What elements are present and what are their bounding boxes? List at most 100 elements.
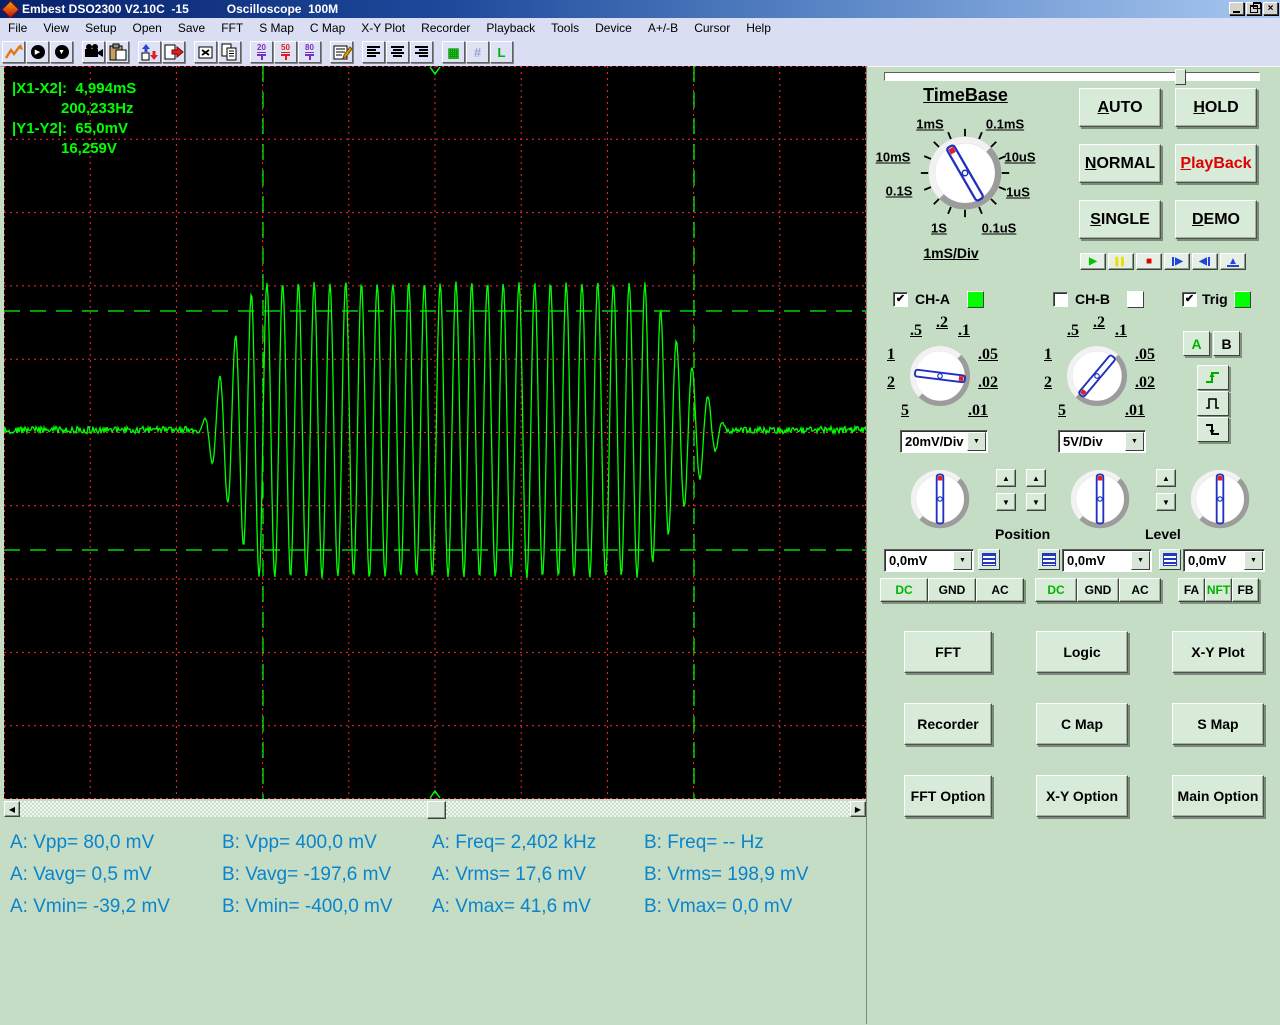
pos-b-list-button[interactable] [1038,549,1060,570]
probe-20-button[interactable]: 20 [250,41,273,63]
cha-vdiv-select[interactable]: 20mV/Div ▼ [900,430,988,453]
menu-cursor[interactable]: Cursor [686,19,738,37]
cha-ac-button[interactable]: AC [976,578,1024,602]
panel-slider-thumb[interactable] [1175,69,1186,85]
chevron-down-icon[interactable]: ▼ [953,551,972,570]
panel-slider[interactable] [884,69,1260,85]
logic-button[interactable]: Logic [1036,631,1128,673]
fft-option-button[interactable]: FFT Option [904,775,992,817]
chb-vdiv-select[interactable]: 5V/Div ▼ [1058,430,1146,453]
download-circle-button[interactable]: ▼ [50,41,73,63]
l-marker-button[interactable]: L [490,41,513,63]
menu-tools[interactable]: Tools [543,19,587,37]
normal-button[interactable]: NORMAL [1079,144,1161,183]
close-button[interactable]: × [1263,2,1278,15]
trig-fb-button[interactable]: FB [1232,578,1259,602]
chevron-down-icon[interactable]: ▼ [1244,551,1263,570]
pos-b-down-button[interactable]: ▼ [1026,493,1046,511]
c-map-button[interactable]: C Map [1036,703,1128,745]
trig-source-b-button[interactable]: B [1213,331,1240,356]
play-button[interactable]: ▶ [1080,253,1106,270]
scrollbar-left-button[interactable]: ◀ [4,801,20,817]
xy-plot-button[interactable]: X-Y Plot [1172,631,1264,673]
trig-fa-button[interactable]: FA [1178,578,1205,602]
playback-button[interactable]: PlayBack [1175,144,1257,183]
menu-open[interactable]: Open [125,19,170,37]
scrollbar-right-button[interactable]: ▶ [850,801,866,817]
s-map-button[interactable]: S Map [1172,703,1264,745]
step-forward-button[interactable]: ▶ [1164,253,1190,270]
waveform-button[interactable] [2,41,25,63]
trig-nft-button[interactable]: NFT [1205,578,1232,602]
cha-gain-knob[interactable] [902,338,978,414]
grid-green-button[interactable]: ▦ [442,41,465,63]
probe-80-button[interactable]: 80 [298,41,321,63]
cha-position-knob[interactable] [903,462,977,536]
auto-button[interactable]: AUTO [1079,88,1161,127]
pos-a-up-button[interactable]: ▲ [996,469,1016,487]
pos-a-list-button[interactable] [978,549,1000,570]
menu-c-map[interactable]: C Map [302,19,353,37]
chb-gain-knob[interactable] [1059,338,1135,414]
menu-setup[interactable]: Setup [77,19,124,37]
pos-b-value-select[interactable]: 0,0mV ▼ [1062,549,1152,572]
cha-gnd-button[interactable]: GND [928,578,976,602]
scope-plot[interactable] [4,66,866,799]
pos-a-down-button[interactable]: ▼ [996,493,1016,511]
scope-display[interactable]: |X1-X2|: 4,994mS 200,233Hz |Y1-Y2|: 65,0… [4,66,866,799]
chb-ac-button[interactable]: AC [1119,578,1161,602]
trig-source-a-button[interactable]: A [1183,331,1210,356]
level-list-button[interactable] [1159,549,1181,570]
cha-dc-button[interactable]: DC [880,578,928,602]
recorder-button[interactable]: Recorder [904,703,992,745]
trig-level-knob[interactable] [1183,462,1257,536]
timebase-knob[interactable] [919,127,1011,219]
scope-scrollbar[interactable]: ◀ ▶ [4,801,866,819]
restore-button[interactable] [1246,1,1261,15]
xy-option-button[interactable]: X-Y Option [1036,775,1128,817]
transfer-button[interactable] [138,41,161,63]
delete-button[interactable] [194,41,217,63]
menu-help[interactable]: Help [738,19,779,37]
chevron-down-icon[interactable]: ▼ [1125,432,1144,451]
menu-file[interactable]: File [0,19,35,37]
menu-x-y-plot[interactable]: X-Y Plot [353,19,413,37]
menu-a-b[interactable]: A+/-B [640,19,686,37]
align-right-button[interactable] [410,41,433,63]
minimize-button[interactable] [1229,2,1244,15]
properties-button[interactable] [330,41,353,63]
single-button[interactable]: SINGLE [1079,200,1161,239]
copy-button[interactable] [218,41,241,63]
trig-rising-edge-button[interactable] [1197,365,1229,390]
menu-s-map[interactable]: S Map [251,19,302,37]
pos-b-up-button[interactable]: ▲ [1026,469,1046,487]
hold-button[interactable]: HOLD [1175,88,1257,127]
chb-dc-button[interactable]: DC [1035,578,1077,602]
play-circle-button[interactable]: ▶ [26,41,49,63]
trig-falling-edge-button[interactable] [1197,417,1229,442]
menu-view[interactable]: View [35,19,77,37]
menu-fft[interactable]: FFT [213,19,251,37]
trig-pulse-button[interactable] [1197,391,1229,416]
align-left-button[interactable] [362,41,385,63]
fft-button[interactable]: FFT [904,631,992,673]
chevron-down-icon[interactable]: ▼ [1131,551,1150,570]
trig-checkbox[interactable]: ✔ [1182,292,1197,307]
chb-position-knob[interactable] [1063,462,1137,536]
paste-button[interactable] [106,41,129,63]
level-up-button[interactable]: ▲ [1156,469,1176,487]
demo-button[interactable]: DEMO [1175,200,1257,239]
pause-button[interactable]: ▌▌ [1108,253,1134,270]
chb-gnd-button[interactable]: GND [1077,578,1119,602]
align-center-button[interactable] [386,41,409,63]
stop-button[interactable]: ■ [1136,253,1162,270]
menu-save[interactable]: Save [170,19,213,37]
pos-a-value-select[interactable]: 0,0mV ▼ [884,549,974,572]
level-value-select[interactable]: 0,0mV ▼ [1183,549,1265,572]
camera-button[interactable] [82,41,105,63]
chb-checkbox[interactable] [1053,292,1068,307]
level-down-button[interactable]: ▼ [1156,493,1176,511]
menu-recorder[interactable]: Recorder [413,19,478,37]
eject-button[interactable]: ▲ [1220,253,1246,270]
chevron-down-icon[interactable]: ▼ [967,432,986,451]
